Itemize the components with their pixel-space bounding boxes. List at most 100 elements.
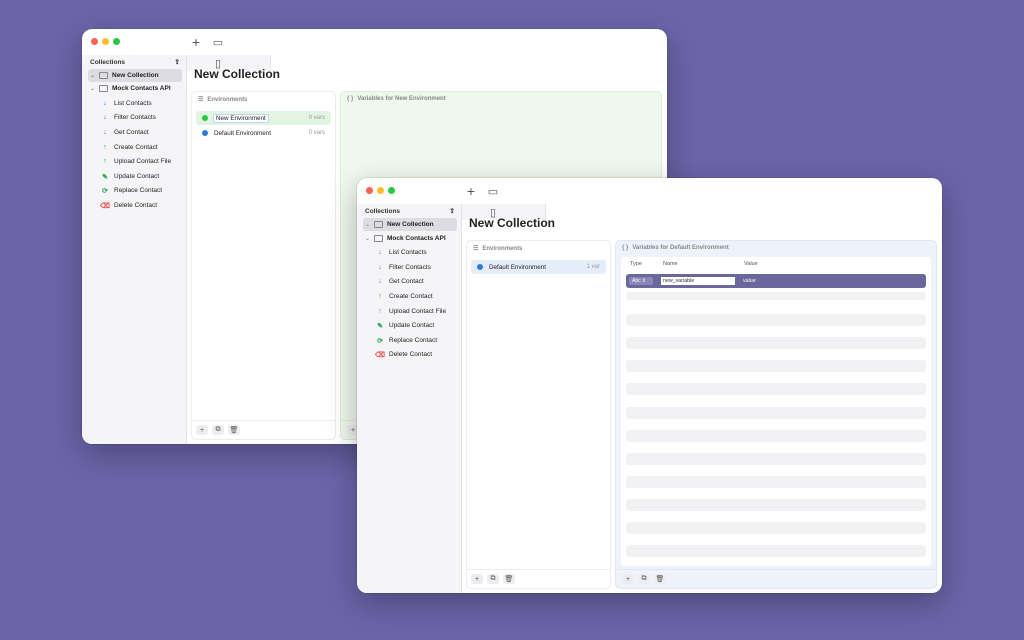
add-environment-button[interactable]: +	[471, 574, 483, 584]
arrow-down-icon: ↓	[103, 114, 107, 121]
sidebar-item-label: Upload Contact File	[389, 308, 447, 315]
environments-footer: + ⧉ 🗑	[192, 420, 335, 439]
table-row-empty	[626, 476, 926, 488]
close-window-button[interactable]	[366, 187, 373, 194]
chat-icon[interactable]: ▭	[485, 183, 501, 199]
delete-environment-button[interactable]: 🗑	[503, 574, 515, 584]
add-environment-button[interactable]: +	[196, 425, 208, 435]
chevron-down-icon[interactable]: ⌄	[88, 72, 97, 79]
minimize-window-button[interactable]	[102, 38, 109, 45]
environment-row-default[interactable]: Default Environment 1 var	[471, 260, 606, 274]
variable-name-input[interactable]: new_variable	[661, 277, 735, 285]
export-icon[interactable]: ⇪	[175, 58, 180, 66]
sidebar-item-label: Upload Contact File	[114, 158, 172, 165]
sidebar-item-filter-contacts[interactable]: ↓ Filter Contacts	[100, 111, 156, 124]
sidebar-item-label: List Contacts	[389, 249, 427, 256]
arrow-up-icon: ↑	[103, 158, 107, 165]
pencil-icon: ✎	[377, 322, 383, 330]
zoom-window-button[interactable]	[113, 38, 120, 45]
export-icon[interactable]: ⇪	[450, 207, 455, 215]
sidebar-item-new-collection[interactable]: ⌄ New Collection	[363, 218, 457, 231]
sidebar-item-create-contact[interactable]: ↑ Create Contact	[375, 290, 432, 303]
environment-name: Default Environment	[214, 129, 272, 137]
variables-table: Type Name Value Abc ⇕ new_variable value	[621, 257, 931, 566]
sidebar-item-delete-contact[interactable]: ⌫ Delete Contact	[375, 348, 432, 361]
sidebar-item-label: New Collection	[387, 221, 434, 228]
column-header-type[interactable]: Type	[630, 261, 642, 267]
table-row-empty	[626, 545, 926, 557]
new-tab-icon[interactable]: +	[463, 183, 479, 199]
sidebar-item-get-contact[interactable]: ↓ Get Contact	[375, 275, 423, 288]
chevron-down-icon[interactable]: ⌄	[363, 235, 372, 242]
minimize-window-button[interactable]	[377, 187, 384, 194]
arrow-down-icon: ↓	[378, 249, 382, 256]
type-selector[interactable]: Abc ⇕	[629, 277, 653, 285]
table-row-empty	[626, 407, 926, 419]
chevron-down-icon[interactable]: ⌄	[363, 221, 372, 228]
table-row[interactable]: Abc ⇕ new_variable value	[626, 274, 926, 288]
sidebar-item-filter-contacts[interactable]: ↓ Filter Contacts	[375, 261, 431, 274]
delete-variable-button[interactable]: 🗑	[654, 574, 666, 584]
sidebar-item-label: Filter Contacts	[114, 114, 156, 121]
sidebar-item-delete-contact[interactable]: ⌫ Delete Contact	[100, 199, 157, 212]
sidebar-item-label: New Collection	[112, 72, 159, 79]
sidebar-item-upload-contact-file[interactable]: ↑ Upload Contact File	[100, 155, 171, 168]
sidebar-item-mock-contacts-api[interactable]: ⌄ Mock Contacts API	[363, 232, 457, 245]
environment-row-new[interactable]: New Environment 0 vars	[196, 111, 331, 125]
sidebar-item-replace-contact[interactable]: ⟳ Replace Contact	[375, 334, 437, 347]
zoom-window-button[interactable]	[388, 187, 395, 194]
sidebar-item-create-contact[interactable]: ↑ Create Contact	[100, 141, 158, 154]
list-icon: ☰	[473, 246, 479, 252]
variables-label: Variables for New Environment	[357, 96, 446, 102]
sidebar-item-label: Replace Contact	[389, 337, 438, 344]
list-icon: ☰	[198, 97, 204, 103]
sidebar-item-replace-contact[interactable]: ⟳ Replace Contact	[100, 184, 162, 197]
sidebar-item-label: List Contacts	[114, 100, 152, 107]
eraser-icon: ⌫	[375, 351, 385, 359]
sidebar: Collections ⇪ ⌄ New Collection ⌄ Mock Cont…	[82, 55, 187, 444]
sidebar-item-label: Delete Contact	[114, 202, 157, 209]
variables-header: { } Variables for New Environment	[347, 96, 446, 102]
arrow-up-icon: ↑	[378, 293, 382, 300]
environment-row-default[interactable]: Default Environment 0 vars	[196, 126, 331, 140]
sidebar-item-update-contact[interactable]: ✎ Update Contact	[100, 170, 159, 183]
variables-label: Variables for Default Environment	[632, 245, 729, 251]
table-row-empty	[626, 314, 926, 326]
sidebar-item-get-contact[interactable]: ↓ Get Contact	[100, 126, 148, 139]
duplicate-variable-button[interactable]: ⧉	[638, 574, 650, 584]
duplicate-environment-button[interactable]: ⧉	[212, 425, 224, 435]
sidebar-item-update-contact[interactable]: ✎ Update Contact	[375, 319, 434, 332]
environments-footer: + ⧉ 🗑	[467, 569, 610, 588]
variable-value-input[interactable]: value	[743, 278, 756, 284]
table-row-empty	[626, 360, 926, 372]
variables-footer: + ⧉ 🗑	[616, 569, 936, 588]
column-header-name[interactable]: Name	[663, 261, 678, 267]
chevron-down-icon[interactable]: ⌄	[88, 85, 97, 92]
arrow-down-icon: ↓	[103, 129, 107, 136]
chat-icon[interactable]: ▭	[210, 34, 226, 50]
sidebar-item-new-collection[interactable]: ⌄ New Collection	[88, 69, 182, 82]
sidebar-item-list-contacts[interactable]: ↓ List Contacts	[375, 246, 427, 259]
environments-header: ☰ Environments	[198, 96, 247, 104]
environment-name[interactable]: New Environment	[213, 113, 309, 123]
environments-header: ☰ Environments	[473, 245, 522, 253]
sidebar-item-mock-contacts-api[interactable]: ⌄ Mock Contacts API	[88, 82, 182, 95]
new-tab-icon[interactable]: +	[188, 34, 204, 50]
folder-icon	[99, 72, 108, 79]
sidebar-item-list-contacts[interactable]: ↓ List Contacts	[100, 97, 152, 110]
sidebar-item-upload-contact-file[interactable]: ↑ Upload Contact File	[375, 305, 446, 318]
add-variable-button[interactable]: +	[622, 574, 634, 584]
close-window-button[interactable]	[91, 38, 98, 45]
table-row-empty	[626, 499, 926, 511]
environments-panel: ☰ Environments Default Environment 1 var…	[466, 240, 611, 589]
delete-environment-button[interactable]: 🗑	[228, 425, 240, 435]
sidebar-item-label: Create Contact	[114, 144, 158, 151]
table-row-empty	[626, 522, 926, 534]
status-dot-icon	[202, 130, 208, 136]
arrow-up-icon: ↑	[103, 144, 107, 151]
titlebar: ▯ + ▭	[82, 29, 667, 71]
column-header-value[interactable]: Value	[744, 261, 758, 267]
table-row-empty	[626, 453, 926, 465]
duplicate-environment-button[interactable]: ⧉	[487, 574, 499, 584]
table-row-empty	[626, 430, 926, 442]
